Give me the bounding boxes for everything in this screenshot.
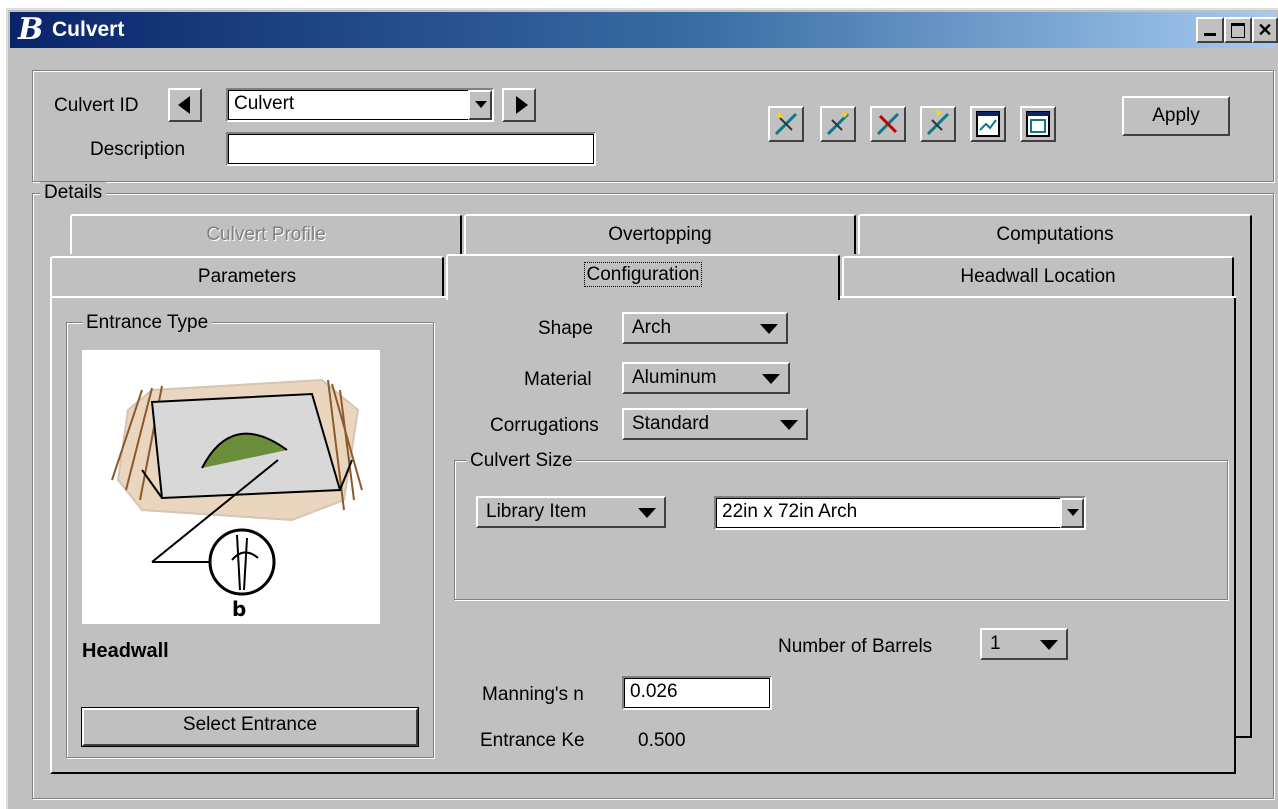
corrugations-label: Corrugations: [490, 415, 599, 436]
chevron-down-icon: [760, 324, 778, 334]
corrugations-value: Standard: [632, 413, 710, 434]
culvert-id-dropdown-button[interactable]: [468, 90, 492, 120]
entrance-image: b: [82, 350, 380, 624]
barrels-label: Number of Barrels: [778, 636, 933, 657]
material-dropdown[interactable]: Aluminum: [622, 362, 790, 394]
details-label: Details: [40, 182, 107, 204]
culvert-size-value: 22in x 72in Arch: [722, 501, 858, 522]
chevron-down-icon: [1040, 640, 1058, 650]
chevron-down-icon: [475, 101, 487, 108]
tab-configuration[interactable]: Configuration: [446, 254, 840, 300]
tab-configuration-label: Configuration: [584, 262, 702, 287]
tab-culvert-profile-label: Culvert Profile: [206, 224, 326, 245]
material-label: Material: [524, 369, 592, 390]
description-label: Description: [90, 139, 186, 160]
culvert-size-dropdown-button[interactable]: [1060, 498, 1084, 528]
shape-dropdown[interactable]: Arch: [622, 312, 788, 344]
rename-culvert-icon[interactable]: [920, 106, 956, 142]
back-tab-panel-edge: [1250, 254, 1252, 738]
mannings-label: Manning's n: [482, 684, 584, 705]
entrance-ke-value: 0.500: [638, 730, 686, 751]
chevron-down-icon: [762, 374, 780, 384]
app-logo-icon: B: [18, 12, 44, 47]
maximize-button[interactable]: [1224, 17, 1252, 43]
prev-culvert-button[interactable]: [168, 88, 202, 122]
culvert-id-combo[interactable]: Culvert: [226, 88, 494, 122]
culvert-size-label: Culvert Size: [466, 450, 577, 472]
tab-headwall-location-label: Headwall Location: [960, 266, 1116, 287]
window-title: Culvert: [52, 18, 125, 41]
culvert-id-label: Culvert ID: [54, 95, 139, 116]
arrow-right-icon: [516, 96, 528, 114]
chevron-down-icon: [1067, 509, 1079, 516]
close-button[interactable]: ✕: [1252, 17, 1278, 43]
corrugations-dropdown[interactable]: Standard: [622, 408, 808, 440]
size-mode-value: Library Item: [486, 501, 587, 522]
entrance-type-name: Headwall: [82, 640, 169, 662]
arrow-left-icon: [178, 96, 190, 114]
mannings-value: 0.026: [630, 681, 678, 702]
apply-button[interactable]: Apply: [1122, 96, 1230, 136]
copy-culvert-icon[interactable]: [820, 106, 856, 142]
report-icon[interactable]: [970, 106, 1006, 142]
tab-overtopping-label: Overtopping: [608, 224, 712, 245]
tab-headwall-location[interactable]: Headwall Location: [842, 256, 1234, 296]
material-value: Aluminum: [632, 367, 717, 388]
tab-parameters-label: Parameters: [197, 266, 297, 287]
headwall-diagram-icon: b: [111, 378, 363, 621]
delete-culvert-icon[interactable]: [870, 106, 906, 142]
culvert-id-value: Culvert: [234, 93, 295, 114]
tab-culvert-profile: Culvert Profile: [70, 214, 462, 254]
entrance-ke-label: Entrance Ke: [480, 730, 585, 751]
culvert-window: B Culvert ✕ Culvert ID Culvert Descripti…: [6, 8, 1278, 809]
chevron-down-icon: [638, 508, 656, 518]
culvert-size-combo[interactable]: 22in x 72in Arch: [714, 496, 1086, 530]
tab-overtopping[interactable]: Overtopping: [464, 214, 856, 254]
description-input[interactable]: [226, 132, 596, 166]
diagram-b-label: b: [232, 597, 246, 621]
panel-top-edge-right: [840, 296, 1236, 298]
select-entrance-button[interactable]: Select Entrance: [81, 707, 419, 747]
minimize-button[interactable]: [1196, 17, 1224, 43]
barrels-value: 1: [990, 633, 1001, 654]
shape-label: Shape: [538, 318, 593, 339]
next-culvert-button[interactable]: [502, 88, 536, 122]
entrance-type-label: Entrance Type: [82, 312, 213, 334]
title-bar[interactable]: B Culvert ✕: [10, 12, 1278, 48]
panel-top-edge-left: [50, 296, 446, 298]
mannings-input[interactable]: 0.026: [622, 676, 772, 710]
culvert-size-group: [454, 460, 1228, 600]
barrels-dropdown[interactable]: 1: [980, 628, 1068, 660]
graph-icon[interactable]: [1020, 106, 1056, 142]
chevron-down-icon: [780, 420, 798, 430]
tab-computations-label: Computations: [996, 224, 1114, 245]
new-culvert-icon[interactable]: [768, 106, 804, 142]
culvert-id-group: [32, 70, 1274, 182]
tab-parameters[interactable]: Parameters: [50, 256, 444, 296]
tab-computations[interactable]: Computations: [858, 214, 1252, 254]
size-mode-dropdown[interactable]: Library Item: [476, 496, 666, 528]
shape-value: Arch: [632, 317, 672, 338]
